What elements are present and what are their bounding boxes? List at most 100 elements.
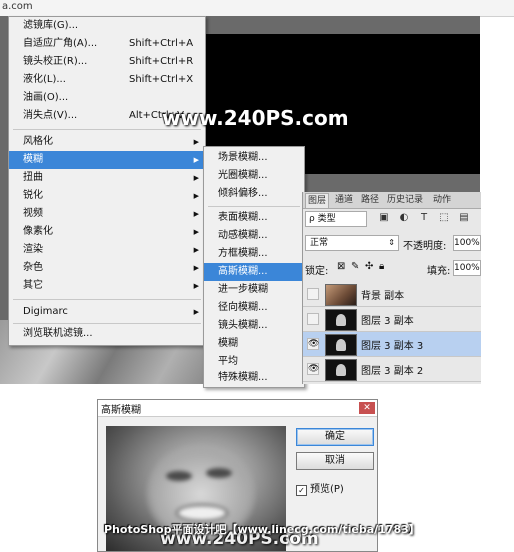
blend-mode-value: 正常 xyxy=(310,238,329,248)
menu-item-label: 液化(L)... xyxy=(23,74,66,85)
lock-all-icon[interactable]: 🔒︎ xyxy=(379,261,384,272)
submenu-item-field-blur[interactable]: 场景模糊... xyxy=(204,149,304,167)
eye-icon[interactable]: 👁︎ xyxy=(307,363,319,375)
layers-panel: 图层 通道 路径 历史记录 动作 ρ 类型 ▣ ◐ T ⬚ ▤ 正常 ⇕ 不透明… xyxy=(302,192,481,384)
menu-item-shortcut: Shift+Ctrl+X xyxy=(129,74,194,85)
menu-separator xyxy=(208,206,300,207)
submenu-item-blur[interactable]: 模糊 xyxy=(204,335,304,353)
layer-thumbnail-figure xyxy=(336,364,346,376)
submenu-arrow-icon: ▶ xyxy=(193,264,199,272)
tab-actions[interactable]: 动作 xyxy=(431,193,453,207)
submenu-arrow-icon: ▶ xyxy=(193,228,199,236)
submenu-item-label: 场景模糊... xyxy=(218,152,268,163)
layer-filter-select[interactable]: ρ 类型 xyxy=(305,211,367,227)
menu-item-render[interactable]: 渲染 ▶ xyxy=(9,241,205,259)
close-icon[interactable]: ✕ xyxy=(359,402,375,414)
menu-item-label: 杂色 xyxy=(23,262,43,273)
submenu-item-blur-more[interactable]: 进一步模糊 xyxy=(204,281,304,299)
submenu-item-label: 动感模糊... xyxy=(218,230,268,241)
menu-item-filter-gallery[interactable]: 滤镜库(G)... xyxy=(9,17,205,35)
submenu-arrow-icon: ▶ xyxy=(193,192,199,200)
menu-separator xyxy=(13,323,201,324)
watermark-bottom-caption: PhotoShop平面设计吧【www.linecg.com/tieba/1783… xyxy=(104,523,420,536)
layer-row-selected[interactable]: 👁︎ 图层 3 副本 3 xyxy=(303,332,481,357)
tab-channels[interactable]: 通道 xyxy=(333,193,355,207)
layer-row[interactable]: 图层 3 副本 xyxy=(303,307,481,332)
ok-button[interactable]: 确定 xyxy=(296,428,374,446)
blend-mode-select[interactable]: 正常 ⇕ xyxy=(305,235,399,251)
submenu-arrow-icon: ▶ xyxy=(193,210,199,218)
layer-thumbnail-figure xyxy=(336,339,346,351)
fill-input[interactable]: 100% xyxy=(453,260,481,276)
submenu-item-smart-blur[interactable]: 特殊模糊... xyxy=(204,369,304,387)
menu-item-lens-correction[interactable]: 镜头校正(R)... Shift+Ctrl+R xyxy=(9,53,205,71)
visibility-toggle[interactable] xyxy=(307,313,319,325)
checkbox-box[interactable]: ✓ xyxy=(296,485,307,496)
submenu-item-label: 表面模糊... xyxy=(218,212,268,223)
menu-item-pixelate[interactable]: 像素化 ▶ xyxy=(9,223,205,241)
menu-item-label: 渲染 xyxy=(23,244,43,255)
menu-item-sharpen[interactable]: 锐化 ▶ xyxy=(9,187,205,205)
menu-item-browse-online[interactable]: 浏览联机滤镜... xyxy=(9,325,205,343)
menu-item-liquify[interactable]: 液化(L)... Shift+Ctrl+X xyxy=(9,71,205,89)
submenu-item-lens-blur[interactable]: 镜头模糊... xyxy=(204,317,304,335)
menu-item-video[interactable]: 视频 ▶ xyxy=(9,205,205,223)
filter-menu: 滤镜库(G)... 自适应广角(A)... Shift+Ctrl+A 镜头校正(… xyxy=(8,16,206,346)
menu-separator xyxy=(13,299,201,300)
layer-name: 图层 3 副本 2 xyxy=(361,366,424,377)
preview-eye xyxy=(206,468,232,478)
submenu-item-iris-blur[interactable]: 光圈模糊... xyxy=(204,167,304,185)
watermark-top: www.240PS.com xyxy=(162,106,349,130)
submenu-arrow-icon: ▶ xyxy=(193,308,199,316)
submenu-item-gaussian-blur[interactable]: 高斯模糊... xyxy=(204,263,304,281)
submenu-item-box-blur[interactable]: 方框模糊... xyxy=(204,245,304,263)
menu-item-label: 锐化 xyxy=(23,190,43,201)
cancel-button[interactable]: 取消 xyxy=(296,452,374,470)
preview-checkbox-label: 预览(P) xyxy=(310,484,344,495)
dialog-title: 高斯模糊 xyxy=(101,405,141,416)
tab-history[interactable]: 历史记录 xyxy=(385,193,425,207)
submenu-item-label: 进一步模糊 xyxy=(218,284,268,295)
chevron-down-icon: ⇕ xyxy=(388,238,395,247)
tab-layers[interactable]: 图层 xyxy=(305,193,330,208)
menu-item-blur[interactable]: 模糊 ▶ xyxy=(9,151,205,169)
image-filter-icon[interactable]: ▣ xyxy=(379,213,389,223)
submenu-item-tilt-shift[interactable]: 倾斜偏移... xyxy=(204,185,304,203)
menu-item-label: 其它 xyxy=(23,280,43,291)
lock-paint-icon[interactable]: ✎ xyxy=(351,261,359,272)
layer-row[interactable]: 背景 副本 xyxy=(303,282,481,307)
opacity-input[interactable]: 100% xyxy=(453,235,481,251)
lock-transparent-icon[interactable]: ⊠ xyxy=(337,261,345,272)
menu-item-label: Digimarc xyxy=(23,306,68,317)
submenu-item-motion-blur[interactable]: 动感模糊... xyxy=(204,227,304,245)
menu-item-stylize[interactable]: 风格化 ▶ xyxy=(9,133,205,151)
menu-item-other[interactable]: 其它 ▶ xyxy=(9,277,205,295)
submenu-item-label: 模糊 xyxy=(218,338,238,349)
type-filter-icon[interactable]: T xyxy=(419,213,429,223)
layer-thumbnail xyxy=(325,334,357,356)
visibility-toggle[interactable] xyxy=(307,288,319,300)
menu-item-label: 模糊 xyxy=(23,154,43,165)
menu-item-distort[interactable]: 扭曲 ▶ xyxy=(9,169,205,187)
menu-item-adaptive-wide-angle[interactable]: 自适应广角(A)... Shift+Ctrl+A xyxy=(9,35,205,53)
submenu-item-radial-blur[interactable]: 径向模糊... xyxy=(204,299,304,317)
shape-filter-icon[interactable]: ⬚ xyxy=(439,213,449,223)
fill-label: 填充: xyxy=(427,266,451,277)
menu-item-digimarc[interactable]: Digimarc ▶ xyxy=(9,303,205,321)
preview-mouth xyxy=(176,504,228,522)
layer-row[interactable]: 👁︎ 图层 3 副本 2 xyxy=(303,357,481,382)
layer-thumbnail xyxy=(325,309,357,331)
tab-paths[interactable]: 路径 xyxy=(359,193,381,207)
dialog-titlebar[interactable]: 高斯模糊 ✕ xyxy=(98,400,377,417)
smart-object-filter-icon[interactable]: ▤ xyxy=(459,213,469,223)
lock-move-icon[interactable]: ✣ xyxy=(365,261,373,272)
menu-item-label: 镜头校正(R)... xyxy=(23,56,88,67)
submenu-item-surface-blur[interactable]: 表面模糊... xyxy=(204,209,304,227)
layer-name: 图层 3 副本 3 xyxy=(361,341,424,352)
menu-item-oil-paint[interactable]: 油画(O)... xyxy=(9,89,205,107)
submenu-item-label: 方框模糊... xyxy=(218,248,268,259)
menu-item-noise[interactable]: 杂色 ▶ xyxy=(9,259,205,277)
eye-icon[interactable]: 👁︎ xyxy=(307,338,319,350)
preview-checkbox[interactable]: ✓ 预览(P) xyxy=(296,480,344,496)
adjustment-filter-icon[interactable]: ◐ xyxy=(399,213,409,223)
